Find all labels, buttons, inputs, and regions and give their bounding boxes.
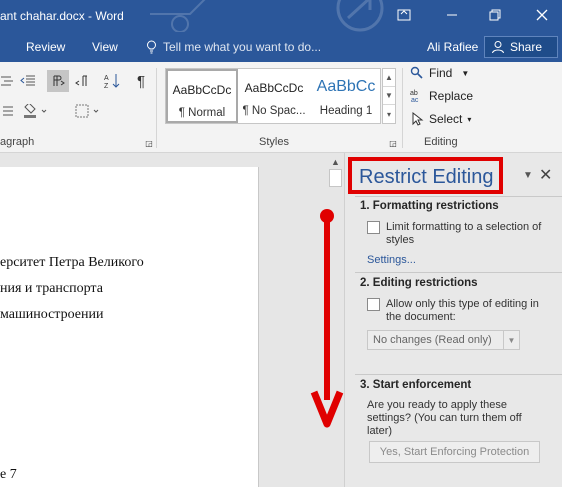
- ribbon-tab-bar: Review View Tell me what you want to do.…: [0, 32, 562, 62]
- group-divider: [156, 68, 157, 148]
- ribbon-display-options-icon[interactable]: [390, 4, 418, 26]
- style-no-spacing[interactable]: AaBbCcDc ¶ No Spac...: [238, 69, 310, 123]
- ribbon: AZ ¶ agraph AaBbCcDc ¶ Normal AaBbCcDc ¶…: [0, 62, 562, 153]
- document-line: е 7: [0, 467, 17, 482]
- start-enforcing-protection-button[interactable]: Yes, Start Enforcing Protection: [369, 441, 540, 463]
- lightbulb-icon: [147, 40, 156, 54]
- style-name: ¶ No Spac...: [242, 105, 306, 117]
- find-label: Find: [429, 66, 453, 80]
- styles-group-label: Styles: [259, 136, 289, 148]
- restrict-editing-pane: Restrict Editing ▼ ✕ 1. Formatting restr…: [344, 153, 562, 487]
- line-spacing-icon[interactable]: [0, 102, 14, 120]
- allow-editing-checkbox[interactable]: [367, 298, 380, 311]
- section-divider: [355, 272, 562, 273]
- select-button[interactable]: Select ▾: [410, 112, 471, 126]
- replace-icon: abac: [410, 90, 419, 103]
- section-divider: [355, 374, 562, 375]
- chevron-down-icon: ▼: [461, 68, 470, 78]
- svg-text:Z: Z: [104, 83, 109, 89]
- paragraph-group-label: agraph: [0, 136, 35, 148]
- minimize-button[interactable]: [438, 4, 466, 26]
- document-line: ерситет Петра Великого: [0, 255, 144, 270]
- settings-link[interactable]: Settings...: [367, 254, 416, 266]
- style-name: Heading 1: [319, 105, 373, 117]
- select-cursor-icon: [412, 112, 424, 126]
- styles-scrollbar[interactable]: ▲ ▼ ▾: [382, 68, 396, 124]
- limit-formatting-checkbox[interactable]: [367, 221, 380, 234]
- multilevel-list-icon[interactable]: [0, 72, 14, 90]
- select-label: Select: [429, 112, 463, 126]
- editing-type-dropdown[interactable]: No changes (Read only) ▼: [367, 330, 520, 350]
- style-heading-1[interactable]: AaBbCc Heading 1: [310, 69, 382, 123]
- start-enforcement-heading: 3. Start enforcement: [360, 379, 472, 391]
- find-icon: [410, 66, 423, 79]
- allow-editing-label: Allow only this type of editing in the d…: [386, 298, 539, 323]
- document-area: ерситет Петра Великого ния и транспорта …: [0, 153, 344, 487]
- chevron-down-icon: ▼: [503, 331, 519, 349]
- close-button[interactable]: [528, 4, 556, 26]
- replace-label: Replace: [429, 89, 474, 103]
- style-normal[interactable]: AaBbCcDc ¶ Normal: [166, 69, 238, 123]
- document-line: ния и транспорта: [0, 281, 103, 296]
- show-hide-formatting-icon[interactable]: ¶: [130, 70, 152, 92]
- svg-text:ac: ac: [411, 97, 419, 103]
- dialog-launcher-icon[interactable]: ◲: [388, 138, 398, 148]
- formatting-restrictions-heading: 1. Formatting restrictions: [360, 200, 499, 212]
- group-divider: [402, 68, 403, 148]
- section-divider: [355, 196, 562, 197]
- enforcement-description: Are you ready to apply these settings? (…: [367, 399, 522, 437]
- share-button[interactable]: Share: [484, 36, 558, 58]
- tab-view[interactable]: View: [92, 40, 118, 54]
- shading-icon[interactable]: [22, 102, 50, 120]
- scroll-up-icon[interactable]: ▲: [328, 155, 343, 169]
- pane-options-icon[interactable]: ▼: [523, 170, 533, 181]
- document-title: ant chahar.docx - Word: [0, 9, 124, 23]
- style-sample: AaBbCcDc: [172, 83, 232, 97]
- style-name: ¶ Normal: [178, 107, 226, 119]
- tab-review[interactable]: Review: [26, 40, 65, 54]
- highlight-box: [348, 157, 503, 194]
- tell-me-box[interactable]: Tell me what you want to do...: [146, 40, 321, 54]
- svg-text:ab: ab: [410, 90, 418, 97]
- styles-gallery: AaBbCcDc ¶ Normal AaBbCcDc ¶ No Spac... …: [165, 68, 381, 124]
- background-decoration: [150, 0, 206, 32]
- left-to-right-button[interactable]: [47, 70, 69, 92]
- person-icon: [492, 41, 504, 54]
- limit-formatting-label: Limit formatting to a selection of style…: [386, 221, 542, 246]
- borders-icon[interactable]: [74, 102, 102, 120]
- scroll-down-icon[interactable]: ▼: [383, 87, 395, 105]
- user-name[interactable]: Ali Rafiee: [427, 40, 478, 54]
- vertical-scrollbar[interactable]: ▲: [327, 153, 344, 487]
- editing-type-value: No changes (Read only): [373, 334, 492, 346]
- title-bar: ant chahar.docx - Word: [0, 0, 562, 32]
- right-to-left-button[interactable]: [71, 70, 93, 92]
- find-button[interactable]: Find ▼: [410, 66, 469, 80]
- svg-text:A: A: [104, 75, 109, 82]
- scroll-up-icon[interactable]: ▲: [383, 69, 395, 87]
- document-page[interactable]: ерситет Петра Великого ния и транспорта …: [0, 167, 259, 487]
- decrease-indent-icon[interactable]: [18, 72, 38, 90]
- style-sample: AaBbCcDc: [244, 81, 304, 95]
- scrollbar-thumb[interactable]: [329, 169, 342, 187]
- style-sample: AaBbCc: [316, 78, 376, 95]
- dialog-launcher-icon[interactable]: ◲: [144, 138, 154, 148]
- replace-button[interactable]: ab ac Replace: [410, 89, 473, 103]
- restore-button[interactable]: [481, 4, 509, 26]
- editing-restrictions-heading: 2. Editing restrictions: [360, 277, 478, 289]
- more-styles-icon[interactable]: ▾: [383, 105, 395, 123]
- share-label: Share: [510, 40, 543, 54]
- sort-icon[interactable]: AZ: [101, 70, 123, 92]
- document-line: машиностроении: [0, 307, 104, 322]
- editing-group-label: Editing: [424, 136, 458, 148]
- close-icon[interactable]: ✕: [539, 165, 552, 185]
- tell-me-label: Tell me what you want to do...: [163, 40, 322, 54]
- chevron-down-icon: ▾: [467, 114, 472, 124]
